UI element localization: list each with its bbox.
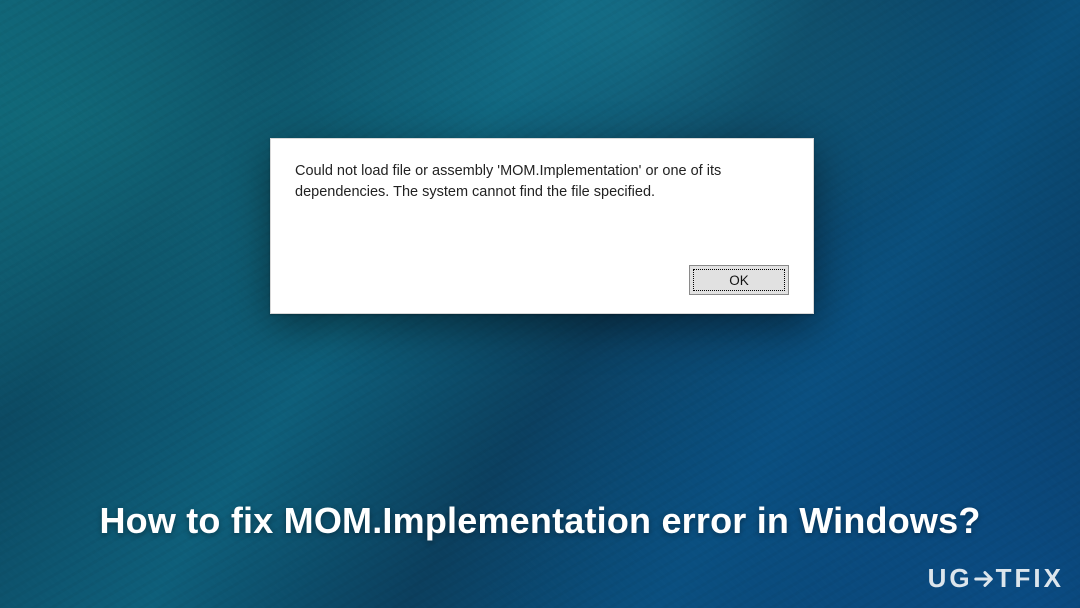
arrow-right-icon bbox=[973, 568, 995, 590]
brand-prefix: UG bbox=[928, 563, 973, 594]
dialog-button-row: OK bbox=[295, 265, 789, 295]
dialog-message: Could not load file or assembly 'MOM.Imp… bbox=[295, 161, 755, 203]
brand-logo: UG TFIX bbox=[928, 563, 1064, 594]
brand-suffix: TFIX bbox=[996, 563, 1064, 594]
page-headline: How to fix MOM.Implementation error in W… bbox=[0, 500, 1080, 542]
ok-button[interactable]: OK bbox=[689, 265, 789, 295]
error-dialog: Could not load file or assembly 'MOM.Imp… bbox=[270, 138, 814, 314]
